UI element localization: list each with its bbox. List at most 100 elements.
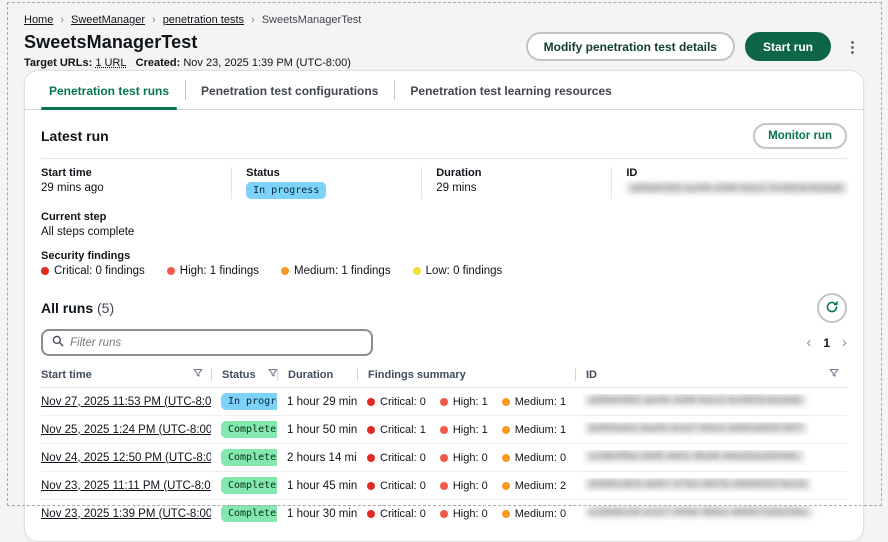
high-severity-dot-icon [167, 267, 175, 275]
run-duration: 2 hours 14 mi... [277, 452, 357, 464]
medium-severity-dot-icon [502, 398, 510, 406]
table-row[interactable]: Nov 23, 2025 1:39 PM (UTC-8:00) Complete… [41, 500, 847, 527]
status-badge: In progress [246, 182, 326, 199]
tab-penetration-test-configurations[interactable]: Penetration test configurations [185, 71, 394, 109]
refresh-button[interactable] [817, 293, 847, 323]
breadcrumb-separator-icon: › [60, 14, 64, 26]
critical-severity-dot-icon [367, 454, 375, 462]
critical-severity-dot-icon [367, 482, 375, 490]
run-id-redacted: a99d4392-ac06-43f8-b3c2-5cfd53c92da8 [585, 394, 806, 406]
critical-severity-dot-icon [367, 510, 375, 518]
created-label: Created: [136, 57, 181, 69]
run-duration: 1 hour 45 mins [277, 480, 357, 492]
id-value-redacted: a99d4392-ac06-43f8-b3c2-5cfd53c92da8 [626, 182, 847, 194]
table-row[interactable]: Nov 24, 2025 12:50 PM (UTC-8:00) Complet… [41, 444, 847, 472]
current-step-label: Current step [41, 211, 847, 223]
column-header-findings-summary[interactable]: Findings summary [357, 369, 575, 381]
breadcrumb-current: SweetsManagerTest [262, 14, 362, 26]
critical-severity-dot-icon [41, 267, 49, 275]
breadcrumb: Home › SweetManager › penetration tests … [24, 14, 864, 26]
run-id-redacted: e33b8c28-a157-459e-9b5e-98087336256c [585, 506, 813, 518]
page-meta: Target URLs: 1 URL Created: Nov 23, 2025… [24, 57, 351, 69]
run-status-badge: Complete [221, 505, 277, 522]
run-status-badge: Complete [221, 449, 277, 466]
high-findings-text: High: 1 findings [180, 265, 259, 277]
high-severity-dot-icon [440, 398, 448, 406]
filter-funnel-icon[interactable] [829, 368, 839, 381]
filter-runs-input-wrapper [41, 329, 373, 356]
run-duration: 1 hour 50 mins [277, 424, 357, 436]
table-row[interactable]: Nov 27, 2025 11:53 PM (UTC-8:00) In prog… [41, 388, 847, 416]
high-severity-dot-icon [440, 510, 448, 518]
kebab-menu-icon[interactable]: ⋮ [841, 36, 864, 58]
id-label: ID [626, 167, 847, 179]
filter-runs-input[interactable] [70, 337, 362, 349]
search-icon [52, 335, 64, 350]
modify-penetration-test-button[interactable]: Modify penetration test details [526, 32, 735, 61]
tab-penetration-test-learning-resources[interactable]: Penetration test learning resources [394, 71, 627, 109]
monitor-run-button[interactable]: Monitor run [753, 123, 847, 149]
run-start-time-link[interactable]: Nov 25, 2025 1:24 PM (UTC-8:00) [41, 424, 211, 436]
start-time-value: 29 mins ago [41, 182, 231, 194]
medium-severity-dot-icon [502, 510, 510, 518]
table-header-row: Start time Status Duration Findings summ… [41, 364, 847, 388]
pagination: ‹ 1 › [806, 335, 847, 350]
run-status-badge: Complete [221, 421, 277, 438]
medium-severity-dot-icon [502, 454, 510, 462]
critical-findings-text: Critical: 0 findings [54, 265, 145, 277]
low-severity-dot-icon [413, 267, 421, 275]
breadcrumb-separator-icon: › [152, 14, 156, 26]
medium-severity-dot-icon [502, 426, 510, 434]
column-header-id[interactable]: ID [575, 368, 847, 381]
high-severity-dot-icon [440, 426, 448, 434]
duration-value: 29 mins [436, 182, 611, 194]
run-id-redacted: c2983f9a-2bf5-4bf1-9b38-49a55a33648c [585, 450, 804, 462]
high-severity-dot-icon [440, 454, 448, 462]
table-row[interactable]: Nov 25, 2025 1:24 PM (UTC-8:00) Complete… [41, 416, 847, 444]
next-page-icon[interactable]: › [842, 335, 847, 350]
page-title: SweetsManagerTest [24, 32, 351, 53]
target-urls-link[interactable]: 1 URL [95, 57, 126, 69]
table-row[interactable]: Nov 23, 2025 11:11 PM (UTC-8:00) Complet… [41, 472, 847, 500]
run-duration: 1 hour 30 mins [277, 508, 357, 520]
column-header-duration[interactable]: Duration [277, 369, 357, 381]
column-header-start-time[interactable]: Start time [41, 368, 211, 381]
start-time-label: Start time [41, 167, 231, 179]
all-runs-count: (5) [97, 300, 114, 316]
critical-severity-dot-icon [367, 398, 375, 406]
breadcrumb-home[interactable]: Home [24, 14, 53, 26]
column-header-status[interactable]: Status [211, 368, 277, 381]
created-value: Nov 23, 2025 1:39 PM (UTC-8:00) [183, 57, 351, 69]
tab-bar: Penetration test runs Penetration test c… [25, 71, 863, 110]
low-findings-text: Low: 0 findings [426, 265, 503, 277]
current-step-value: All steps complete [41, 226, 847, 238]
all-runs-heading: All runs [41, 300, 93, 316]
medium-severity-dot-icon [281, 267, 289, 275]
run-id-redacted: b4f05a61-8a45-42a7-94c2-6d91b8257bf7 [585, 422, 807, 434]
run-start-time-link[interactable]: Nov 23, 2025 11:11 PM (UTC-8:00) [41, 480, 211, 492]
run-start-time-link[interactable]: Nov 24, 2025 12:50 PM (UTC-8:00) [41, 452, 211, 464]
run-status-badge: Complete [221, 477, 277, 494]
main-card: Penetration test runs Penetration test c… [24, 70, 864, 542]
run-duration: 1 hour 29 mins [277, 396, 357, 408]
security-findings-label: Security findings [41, 250, 847, 262]
medium-severity-dot-icon [502, 482, 510, 490]
tab-penetration-test-runs[interactable]: Penetration test runs [33, 71, 185, 109]
run-start-time-link[interactable]: Nov 23, 2025 1:39 PM (UTC-8:00) [41, 508, 211, 520]
filter-funnel-icon[interactable] [193, 368, 203, 381]
medium-findings-text: Medium: 1 findings [294, 265, 391, 277]
breadcrumb-sweetmanager[interactable]: SweetManager [71, 14, 145, 26]
run-id-redacted: d4981d03-a567-47b2-897b-486f82573e24 [585, 478, 811, 490]
latest-run-details: Start time 29 mins ago Status In progres… [41, 158, 847, 199]
run-start-time-link[interactable]: Nov 27, 2025 11:53 PM (UTC-8:00) [41, 396, 211, 408]
page-number[interactable]: 1 [823, 336, 830, 350]
breadcrumb-penetration-tests[interactable]: penetration tests [163, 14, 244, 26]
critical-severity-dot-icon [367, 426, 375, 434]
latest-run-section: Latest run Monitor run Start time 29 min… [25, 110, 863, 527]
previous-page-icon[interactable]: ‹ [806, 335, 811, 350]
runs-table: Start time Status Duration Findings summ… [41, 364, 847, 527]
start-run-button[interactable]: Start run [745, 32, 831, 61]
security-findings-summary: Critical: 0 findings High: 1 findings Me… [41, 265, 847, 277]
status-label: Status [246, 167, 421, 179]
latest-run-heading: Latest run [41, 128, 109, 144]
